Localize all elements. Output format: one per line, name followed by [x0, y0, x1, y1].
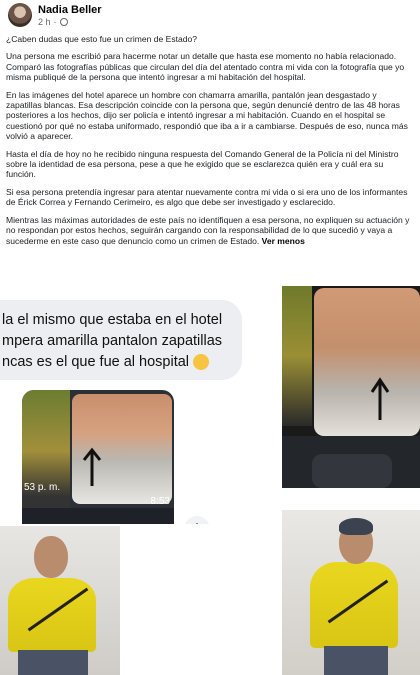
thinking-emoji-icon — [193, 354, 210, 371]
attached-photo[interactable]: 53 p. m. 8:53 — [22, 390, 174, 524]
photo-bottom — [22, 508, 174, 524]
photo-panel — [312, 454, 392, 488]
photo-frame — [314, 288, 420, 436]
person-photo-left[interactable] — [0, 526, 120, 675]
post-time[interactable]: 2 h — [38, 17, 51, 27]
photo-main — [72, 394, 172, 504]
photo-time-left: 53 p. m. — [24, 482, 61, 493]
jeans — [324, 646, 388, 675]
paragraph: En las imágenes del hotel aparece un hom… — [6, 89, 408, 142]
author-name[interactable]: Nadia Beller — [38, 4, 102, 16]
jeans — [18, 650, 88, 675]
photo-time-right: 8:53 — [150, 496, 170, 507]
message-content: la el mismo que estaba en el hotel mpera… — [2, 312, 223, 370]
message-text: la el mismo que estaba en el hotel mpera… — [2, 310, 272, 373]
chat-screenshot[interactable]: la el mismo que estaba en el hotel mpera… — [0, 284, 278, 524]
person-cap — [339, 518, 373, 535]
paragraph: Si esa persona pretendía ingresar para a… — [6, 186, 408, 208]
arrow-icon — [370, 377, 390, 420]
post-header: Nadia Beller 2 h · — [6, 2, 414, 30]
person-head — [34, 536, 68, 578]
post-body: ¿Caben dudas que esto fue un crimen de E… — [6, 34, 414, 253]
photo-grass — [282, 286, 312, 426]
media-collage[interactable]: la el mismo que estaba en el hotel mpera… — [0, 284, 420, 675]
globe-icon — [59, 18, 68, 26]
meta-separator: · — [53, 17, 57, 27]
post-meta: 2 h · — [38, 17, 68, 27]
paragraph: Hasta el día de hoy no he recibido ningu… — [6, 148, 399, 180]
arrow-icon — [82, 447, 102, 486]
hotel-photo[interactable] — [282, 286, 420, 488]
share-icon — [196, 523, 198, 524]
paragraph-text: Mientras las máximas autoridades de este… — [6, 214, 410, 246]
paragraph: ¿Caben dudas que esto fue un crimen de E… — [6, 34, 198, 44]
person-photo-right[interactable] — [282, 510, 420, 675]
avatar[interactable] — [8, 3, 32, 27]
share-button[interactable] — [184, 516, 210, 524]
paragraph: Una persona me escribió para hacerme not… — [6, 51, 405, 83]
see-less-link[interactable]: Ver menos — [262, 236, 305, 246]
paragraph-last: Mientras las máximas autoridades de este… — [6, 215, 414, 246]
photo-left-strip — [22, 390, 70, 524]
